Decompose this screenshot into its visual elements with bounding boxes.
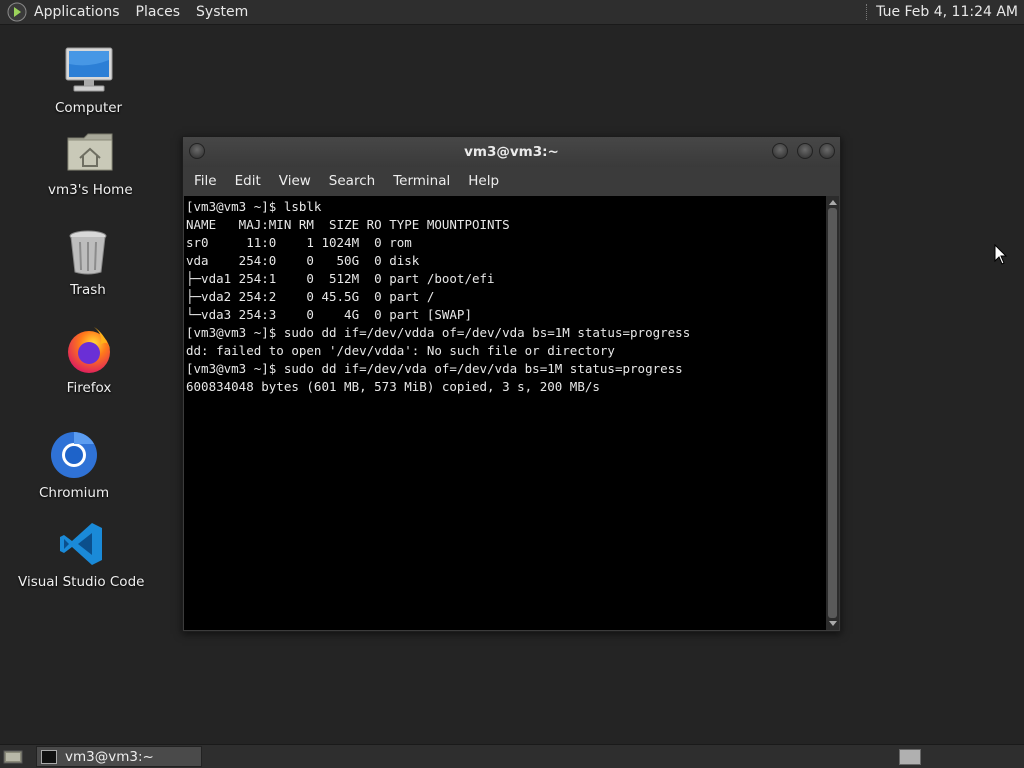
chromium-icon <box>48 429 100 481</box>
top-panel: Applications Places System Tue Feb 4, 11… <box>0 0 1024 25</box>
taskbar-item-label: vm3@vm3:~ <box>65 748 154 765</box>
show-desktop-icon[interactable] <box>2 747 24 767</box>
desktop-icon-home[interactable]: vm3's Home <box>48 126 133 198</box>
workspace-switcher[interactable] <box>899 748 921 765</box>
menu-view[interactable]: View <box>270 173 320 189</box>
clock[interactable]: Tue Feb 4, 11:24 AM <box>866 4 1024 20</box>
system-menu[interactable]: System <box>188 4 256 20</box>
menu-edit[interactable]: Edit <box>226 173 270 189</box>
window-titlebar[interactable]: vm3@vm3:~ <box>183 137 840 167</box>
firefox-icon <box>63 324 115 376</box>
terminal-scrollbar[interactable] <box>826 196 839 630</box>
terminal-area[interactable]: [vm3@vm3 ~]$ lsblk NAME MAJ:MIN RM SIZE … <box>184 196 827 630</box>
applications-menu[interactable]: Applications <box>30 4 128 20</box>
desktop-icon-trash[interactable]: Trash <box>62 226 114 298</box>
menu-help[interactable]: Help <box>459 173 508 189</box>
menu-terminal[interactable]: Terminal <box>384 173 459 189</box>
desktop-icon-vscode[interactable]: Visual Studio Code <box>18 518 144 590</box>
home-folder-icon <box>64 126 116 178</box>
scroll-up-arrow-icon[interactable] <box>826 196 839 208</box>
terminal-output: [vm3@vm3 ~]$ lsblk NAME MAJ:MIN RM SIZE … <box>186 199 691 394</box>
maximize-button[interactable] <box>797 143 813 159</box>
mouse-pointer-icon <box>994 243 1008 270</box>
terminal-menubar: File Edit View Search Terminal Help <box>183 167 840 195</box>
places-menu[interactable]: Places <box>128 4 189 20</box>
panel-separator <box>866 4 868 20</box>
mate-logo-icon[interactable] <box>6 1 28 23</box>
desktop-icon-chromium[interactable]: Chromium <box>39 429 109 501</box>
desktop-icon-label: Firefox <box>66 380 112 396</box>
menu-file[interactable]: File <box>185 173 226 189</box>
close-button[interactable] <box>819 143 835 159</box>
scroll-down-arrow-icon[interactable] <box>826 618 839 630</box>
desktop-icon-computer[interactable]: Computer <box>55 44 122 116</box>
menu-search[interactable]: Search <box>320 173 384 189</box>
trash-icon <box>62 226 114 278</box>
bottom-panel: vm3@vm3:~ <box>0 744 1024 768</box>
scrollbar-thumb[interactable] <box>828 208 837 618</box>
clock-label: Tue Feb 4, 11:24 AM <box>876 4 1018 20</box>
computer-icon <box>63 44 115 96</box>
window-menu-button[interactable] <box>189 143 205 159</box>
desktop-icon-label: Chromium <box>39 485 110 501</box>
top-menu: Applications Places System <box>30 0 256 24</box>
desktop-icon-firefox[interactable]: Firefox <box>63 324 115 396</box>
desktop-icon-label: Trash <box>70 282 106 298</box>
desktop-icon-label: Computer <box>55 100 123 116</box>
taskbar-item-terminal[interactable]: vm3@vm3:~ <box>36 746 202 767</box>
desktop-icon-label: vm3's Home <box>48 182 133 198</box>
vscode-icon <box>55 518 107 570</box>
terminal-window: vm3@vm3:~ File Edit View Search Terminal… <box>182 136 841 632</box>
desktop-icon-label: Visual Studio Code <box>18 574 145 590</box>
terminal-icon <box>41 749 57 764</box>
window-title: vm3@vm3:~ <box>464 144 559 160</box>
minimize-button[interactable] <box>772 143 788 159</box>
